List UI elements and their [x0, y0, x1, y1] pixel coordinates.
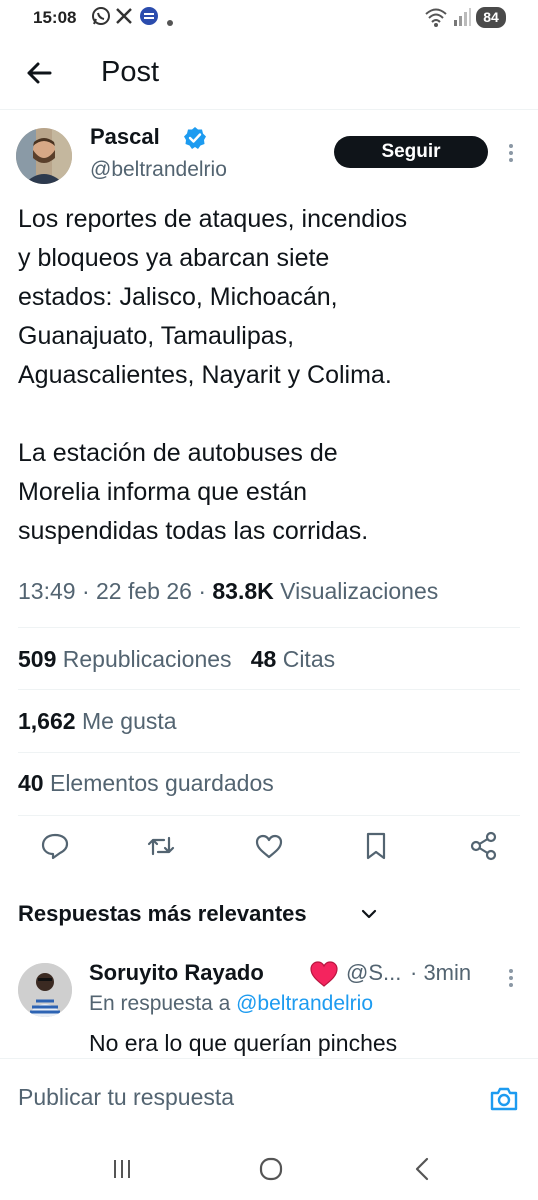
divider: [18, 752, 520, 753]
reply-time: · 3min: [410, 960, 472, 985]
likes-stat[interactable]: 1,662 Me gusta: [18, 708, 177, 735]
author-handle[interactable]: @beltrandelrio: [90, 158, 227, 182]
tweet-text: Los reportes de ataques, incendios y blo…: [18, 205, 408, 545]
x-icon: [115, 6, 133, 31]
compose-bar: Publicar tu respuesta: [0, 1058, 538, 1138]
dot-icon: [166, 12, 174, 32]
camera-icon[interactable]: [488, 1083, 520, 1115]
reposts-label: Republicaciones: [62, 646, 232, 672]
top-header: Post: [0, 36, 538, 110]
likes-count: 1,662: [18, 708, 76, 734]
tweet-meta: 13:49 · 22 feb 26 · 83.8K Visualizacione…: [18, 578, 439, 604]
quotes-stat[interactable]: 48 Citas: [251, 646, 335, 672]
chevron-down-icon[interactable]: [359, 904, 379, 924]
more-options-icon[interactable]: [508, 143, 514, 163]
divider: [18, 627, 520, 628]
repost-icon[interactable]: [144, 829, 178, 863]
views-count: 83.8K: [212, 578, 274, 604]
bookmarks-count: 40: [18, 770, 44, 796]
system-nav-bar: [0, 1140, 538, 1200]
reply-text: No era lo que querían pinches: [89, 1030, 398, 1056]
reposts-stat[interactable]: 509 Republicaciones: [18, 646, 232, 672]
status-time: 15:08: [33, 8, 77, 27]
views-label: Visualizaciones: [280, 578, 439, 604]
reply-more-options-icon[interactable]: [508, 968, 514, 988]
app-icon: [139, 6, 159, 31]
bookmark-icon[interactable]: [359, 829, 393, 863]
tweet-time[interactable]: 13:49: [18, 578, 76, 604]
reply-to-prefix: En respuesta a: [89, 992, 231, 1015]
reposts-count: 509: [18, 646, 57, 672]
follow-button[interactable]: Seguir: [334, 136, 488, 168]
home-icon[interactable]: [256, 1154, 286, 1184]
reply-avatar[interactable]: [18, 963, 72, 1017]
whatsapp-icon: [91, 6, 111, 31]
verified-badge-icon: [183, 126, 207, 150]
page-title: Post: [101, 56, 160, 88]
bookmarks-label: Elementos guardados: [49, 770, 274, 796]
reply-to-line: En respuesta a @beltrandelrio: [89, 992, 373, 1016]
like-icon[interactable]: [252, 829, 286, 863]
reply-author-name[interactable]: Soruyito Rayado: [89, 960, 264, 986]
reposts-quotes-row: 509 Republicaciones 48 Citas: [18, 646, 335, 673]
divider: [18, 815, 520, 816]
wifi-icon: [424, 6, 448, 33]
reply-author-handle[interactable]: @S...: [346, 960, 401, 986]
bookmarks-stat[interactable]: 40 Elementos guardados: [18, 770, 274, 797]
arrow-left-icon[interactable]: [22, 56, 56, 90]
likes-label: Me gusta: [81, 708, 177, 734]
share-icon[interactable]: [467, 829, 501, 863]
status-bar: 15:08 84: [0, 0, 538, 36]
reply-icon[interactable]: [38, 829, 72, 863]
author-name[interactable]: Pascal: [90, 124, 160, 150]
recent-apps-icon[interactable]: [107, 1154, 137, 1184]
tweet-date[interactable]: 22 feb 26: [96, 578, 192, 604]
reply-input[interactable]: Publicar tu respuesta: [18, 1084, 234, 1111]
back-nav-icon[interactable]: [408, 1154, 438, 1184]
battery-indicator: 84: [476, 7, 506, 28]
quotes-label: Citas: [282, 646, 336, 672]
signal-icon: [452, 6, 472, 33]
red-heart-icon: [309, 960, 339, 988]
author-avatar[interactable]: [16, 128, 72, 184]
divider: [18, 689, 520, 690]
quotes-count: 48: [250, 646, 277, 672]
replies-sort-heading[interactable]: Respuestas más relevantes: [18, 901, 307, 927]
reply-to-mention[interactable]: @beltrandelrio: [236, 992, 373, 1015]
